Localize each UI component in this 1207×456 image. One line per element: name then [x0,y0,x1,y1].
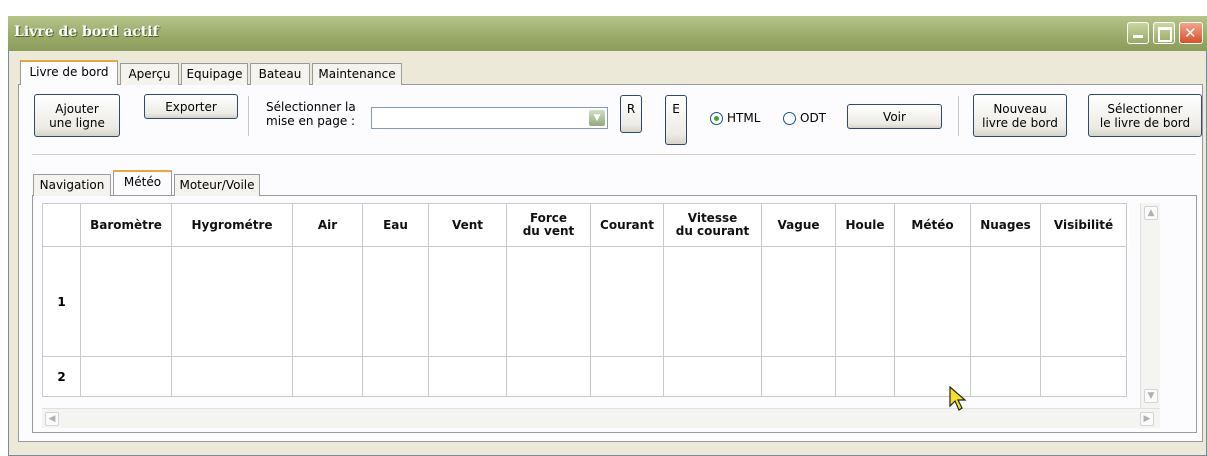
grid-cell[interactable] [292,356,363,397]
radio-odt-label[interactable]: ODT [800,111,826,125]
tab-apercu[interactable]: Aperçu [120,63,179,85]
minimize-icon [1133,35,1143,38]
grid-cell[interactable] [761,246,836,357]
grid-cell[interactable] [171,246,293,357]
column-header[interactable]: Courant [590,203,664,247]
grid-header-row: Baromètre Hygrométre Air Eau Vent Force … [42,203,1129,247]
grid-cell[interactable] [1040,356,1127,397]
scroll-left-icon[interactable]: ◀ [45,412,59,426]
column-header[interactable]: Visibilité [1040,203,1127,247]
tab-label: Moteur/Voile [179,178,255,192]
close-icon: ✕ [1184,24,1197,42]
r-button[interactable]: R [620,95,642,133]
grid-cell[interactable] [663,356,762,397]
tab-label: Météo [123,175,162,189]
tab-meteo[interactable]: Météo [113,170,172,195]
column-header-label: Force du vent [522,211,575,238]
tab-label: Bateau [258,67,302,81]
radio-odt[interactable] [783,112,796,125]
column-header[interactable]: Météo [894,203,971,247]
grid-cell[interactable] [506,356,591,397]
radio-html-label[interactable]: HTML [727,111,760,125]
tab-label: Equipage [186,67,243,81]
grid-cell[interactable] [970,246,1041,357]
tab-livre-de-bord[interactable]: Livre de bord [20,60,118,85]
radio-html[interactable] [710,112,723,125]
close-button[interactable]: ✕ [1179,22,1203,44]
tab-label: Navigation [39,178,105,192]
grid-cell[interactable] [80,246,172,357]
layout-select[interactable]: ▼ [371,107,608,129]
grid-cell[interactable] [590,356,664,397]
dropdown-arrow-icon[interactable]: ▼ [589,110,605,126]
grid-cell[interactable] [590,246,664,357]
table-row[interactable]: 1 [42,246,1129,357]
tab-moteur-voile[interactable]: Moteur/Voile [174,174,260,196]
grid-cell[interactable] [362,356,429,397]
column-header[interactable]: Vitesse du courant [663,203,762,247]
grid-cell[interactable] [761,356,836,397]
toolbar-separator [248,96,249,136]
grid-filler [1127,247,1129,357]
column-header[interactable]: Hygrométre [171,203,293,247]
horizontal-scrollbar[interactable]: ◀ ▶ [42,408,1160,428]
tab-label: Livre de bord [29,65,109,79]
grid-cell[interactable] [894,246,971,357]
column-header[interactable]: Air [292,203,363,247]
grid-filler [1127,357,1129,397]
tab-label: Aperçu [128,67,171,81]
tab-equipage[interactable]: Equipage [181,63,248,85]
toolbar-separator [958,96,959,136]
tab-maintenance[interactable]: Maintenance [312,63,402,85]
column-header[interactable]: Eau [362,203,429,247]
grid-cell[interactable] [428,246,507,357]
grid-cell[interactable] [970,356,1041,397]
export-button[interactable]: Exporter [144,94,238,119]
scroll-down-icon[interactable]: ▼ [1144,389,1158,403]
meteo-grid[interactable]: Baromètre Hygrométre Air Eau Vent Force … [42,203,1129,397]
grid-cell[interactable] [835,246,895,357]
title-bar[interactable] [8,16,1207,51]
maximize-icon [1158,27,1172,42]
column-header[interactable]: Vague [761,203,836,247]
row-number[interactable]: 1 [42,246,81,357]
column-header[interactable]: Vent [428,203,507,247]
grid-cell[interactable] [171,356,293,397]
mouse-cursor-icon [949,386,967,411]
grid-cell[interactable] [292,246,363,357]
grid-cell[interactable] [663,246,762,357]
grid-cell[interactable] [835,356,895,397]
vertical-scrollbar[interactable]: ▲ ▼ [1140,203,1160,408]
column-header-label: Vitesse du courant [675,211,750,238]
grid-cell[interactable] [428,356,507,397]
grid-cell[interactable] [506,246,591,357]
grid-cell[interactable] [80,356,172,397]
layout-label: Sélectionner la mise en page : [266,100,356,128]
tab-label: Maintenance [318,67,396,81]
column-header[interactable]: Houle [835,203,895,247]
add-line-button[interactable]: Ajouter une ligne [34,94,120,137]
toolbar-divider [32,154,1196,155]
scroll-up-icon[interactable]: ▲ [1144,206,1158,220]
view-button[interactable]: Voir [847,104,942,129]
row-number-header [42,203,81,247]
tab-navigation[interactable]: Navigation [33,174,111,196]
maximize-button[interactable] [1153,22,1175,44]
column-header[interactable]: Force du vent [506,203,591,247]
minimize-button[interactable] [1127,22,1149,44]
scroll-right-icon[interactable]: ▶ [1140,412,1154,426]
select-logbook-button[interactable]: Sélectionner le livre de bord [1088,94,1202,137]
window-title: Livre de bord actif [14,24,159,40]
tab-bateau[interactable]: Bateau [250,63,310,85]
grid-cell[interactable] [1040,246,1127,357]
new-logbook-button[interactable]: Nouveau livre de bord [973,94,1067,137]
column-header[interactable]: Baromètre [80,203,172,247]
column-header[interactable]: Nuages [970,203,1041,247]
column-header-filler [1126,203,1129,247]
radio-selected-dot [714,116,719,121]
e-button[interactable]: E [665,95,687,145]
grid-cell[interactable] [362,246,429,357]
row-number[interactable]: 2 [42,356,81,397]
